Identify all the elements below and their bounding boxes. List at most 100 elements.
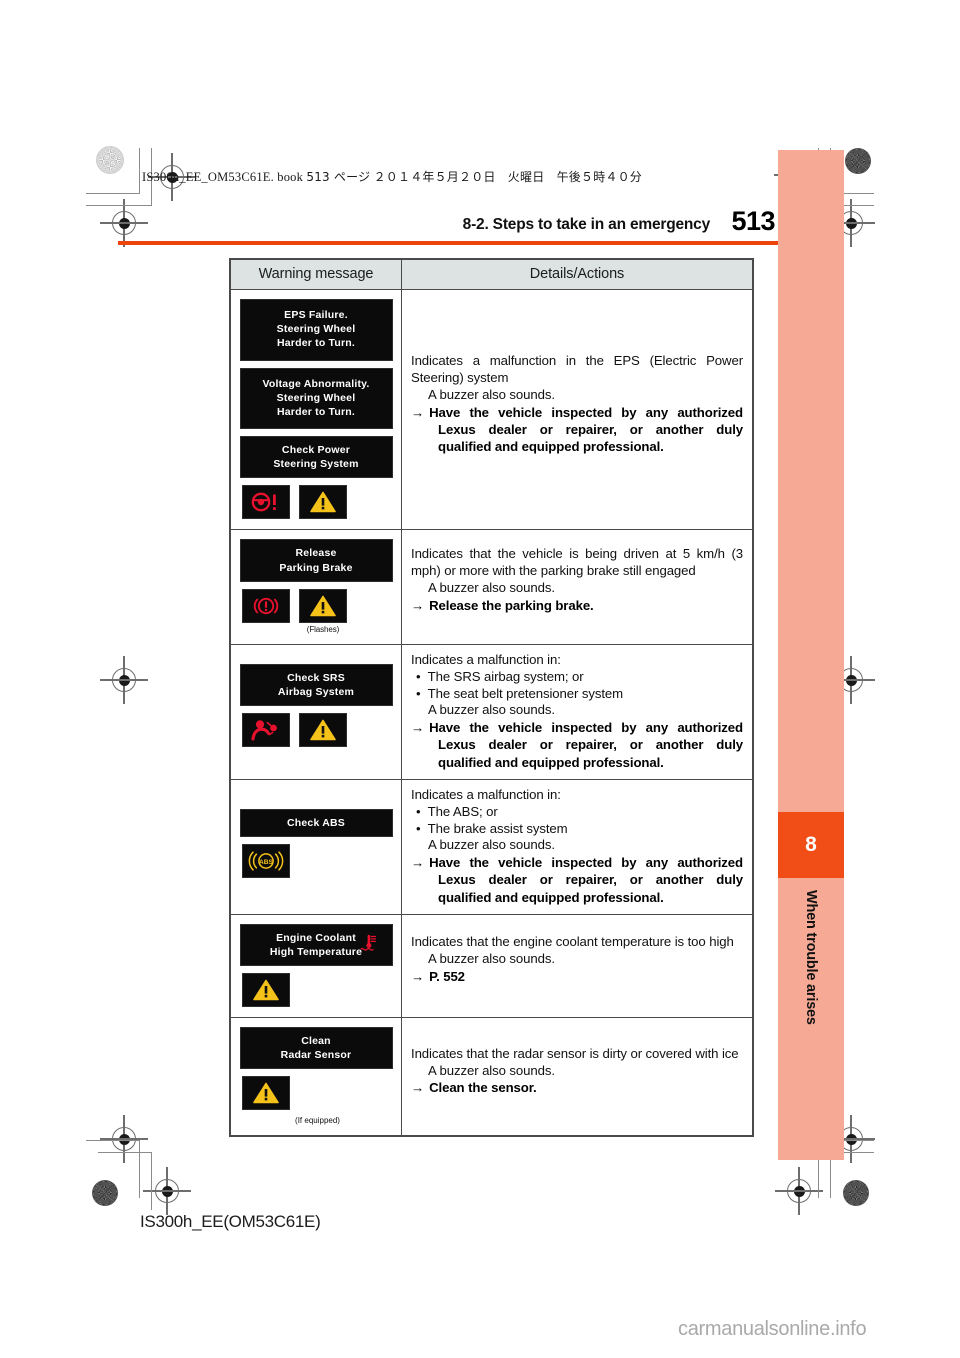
tile-note: (Flashes) [306,624,340,634]
warning-message-cell: EPS Failure. Steering Wheel Harder to Turn… [230,288,402,531]
crop-line-bl-v2 [151,1152,152,1210]
detail-main-text: Indicates a malfunction in the EPS (Elec… [411,352,743,385]
footer-document-code: IS300h_EE(OM53C61E) [140,1212,321,1231]
indicator-tiles [239,1076,393,1111]
engine-coolant-temperature-icon [359,934,379,956]
chapter-title-vertical: When trouble arises [778,890,844,1110]
details-actions-cell: Indicates a malfunction in: • The ABS; o… [401,778,753,915]
indicator-tile-group: (Flashes) [299,588,347,634]
detail-bullet: • The seat belt pretensioner system [416,685,624,701]
display-plate: Release Parking Brake [239,539,393,582]
warning-message-cell: Engine Coolant High Temperature [230,913,402,1019]
detail-action-text: → Have the vehicle inspected by any autho… [411,404,743,454]
warning-message-cell: Clean Radar Sensor (If equipped) [230,1017,402,1137]
table-row: EPS Failure. Steering Wheel Harder to Turn… [230,288,753,531]
table-row: Release Parking Brake (Flashes) Indicate… [230,529,753,645]
abs-warning-icon: ABS [242,844,290,879]
detail-main-text: Indicates that the radar sensor is dirty… [411,1045,739,1061]
detail-bullet: • The ABS; or [416,803,498,819]
detail-action-text: → Clean the sensor. [411,1080,537,1096]
book-imprint-line: IS300h_EE_OM53C61E. book 513 ページ ２０１４年５月… [142,168,642,185]
power-steering-warning-icon [242,485,290,520]
indicator-tiles [239,973,393,1008]
master-warning-triangle-icon [299,713,347,748]
details-actions-cell: Indicates that the engine coolant temper… [401,913,753,1019]
display-plate: Voltage Abnormality. Steering Wheel Harder… [239,367,393,430]
detail-action-text: → Release the parking brake. [411,598,594,614]
site-watermark: carmanualsonline.info [678,1318,867,1340]
registration-mark-top-inner-left [100,199,148,247]
bullet-icon: • [416,668,421,684]
table-row: Check SRS Airbag System Indicates a malf… [230,643,753,780]
detail-sub-text: A buzzer also sounds. [428,580,555,596]
display-plate: EPS Failure. Steering Wheel Harder to Turn… [239,299,393,361]
display-plate: Clean Radar Sensor [239,1027,393,1070]
page-number: 513 [731,206,775,236]
detail-main-text: Indicates that the vehicle is being driv… [411,546,743,579]
details-actions-cell: Indicates a malfunction in: • The SRS ai… [401,643,753,780]
warning-message-cell: Release Parking Brake (Flashes) [230,529,402,645]
header-accent-rule [118,241,840,245]
crop-line-left-h2 [86,205,152,206]
crop-line-bl-v1 [139,1140,140,1198]
registration-mark-bottom-inner-right [775,1167,823,1215]
detail-sub-text: A buzzer also sounds. [428,837,555,853]
details-actions-cell: Indicates that the vehicle is being driv… [401,529,753,645]
imprint-filename: IS300h_EE_OM53C61E. book [142,170,304,184]
warning-message-cell: Check ABS ABS [230,778,402,915]
column-header-warning-message: Warning message [230,259,402,290]
display-plate: Engine Coolant High Temperature [239,923,393,967]
detail-sub-text: A buzzer also sounds. [428,951,555,967]
registration-mark-bottom-inner-left [143,1167,191,1215]
indicator-tiles [239,713,393,748]
bullet-icon: • [416,820,421,836]
detail-bullet: • The brake assist system [416,820,568,836]
arrow-icon: → [411,404,425,420]
details-actions-cell: Indicates that the radar sensor is dirty… [401,1017,753,1137]
table-row: Engine Coolant High Temperature Indicate… [230,913,753,1019]
brake-system-warning-icon [242,588,290,623]
indicator-tiles [239,485,393,520]
density-patch-bottom-right [843,1180,869,1206]
density-patch-top-right [845,148,871,174]
indicator-tile-group [242,588,290,634]
arrow-icon: → [411,855,425,871]
arrow-icon: → [411,720,425,736]
detail-sub-text: A buzzer also sounds. [428,386,555,402]
plate-text: Check ABS [286,817,345,830]
arrow-icon: → [411,969,425,985]
density-patch-top-left [96,146,124,174]
detail-action-reference: → P. 552 [411,969,465,985]
registration-mark-mid-left [100,656,148,704]
indicator-tiles: (Flashes) [239,588,393,634]
table-header-row: Warning message Details/Actions [230,259,753,290]
master-warning-triangle-icon [299,588,347,623]
arrow-icon: → [411,1080,425,1096]
table-row: Clean Radar Sensor (If equipped) Indicat… [230,1017,753,1137]
detail-action-text: → Have the vehicle inspected by any autho… [411,720,743,770]
plate-text: Release Parking Brake [279,547,353,574]
density-patch-bottom-left [92,1180,118,1206]
plate-text: Clean Radar Sensor [280,1035,352,1062]
display-plate: Check SRS Airbag System [239,664,393,707]
crop-line-bl-h1 [86,1140,140,1141]
chapter-number-badge: 8 [778,812,844,878]
chapter-title-text: When trouble arises [803,890,819,1025]
master-warning-triangle-icon [242,973,290,1008]
display-plate: Check ABS [239,809,393,838]
tile-note: (If equipped) [295,1116,340,1126]
warning-message-cell: Check SRS Airbag System [230,643,402,780]
crop-line-bl-h2 [98,1152,152,1153]
detail-main-text: Indicates that the engine coolant temper… [411,934,734,950]
bullet-icon: • [416,685,421,701]
imprint-date: ２０１４年５月２０日 火曜日 午後５時４０分 [373,170,643,184]
page-title: 8-2. Steps to take in an emergency [462,216,711,233]
plate-text: Engine Coolant High Temperature [269,931,363,958]
crop-line-left-v1 [139,148,140,194]
details-actions-cell: Indicates a malfunction in the EPS (Elec… [401,288,753,531]
master-warning-triangle-icon [242,1076,290,1111]
srs-airbag-warning-icon [242,713,290,748]
imprint-page: 513 ページ [306,170,371,184]
display-plate: Check Power Steering System [239,436,393,479]
detail-action-text: → Have the vehicle inspected by any autho… [411,855,743,905]
